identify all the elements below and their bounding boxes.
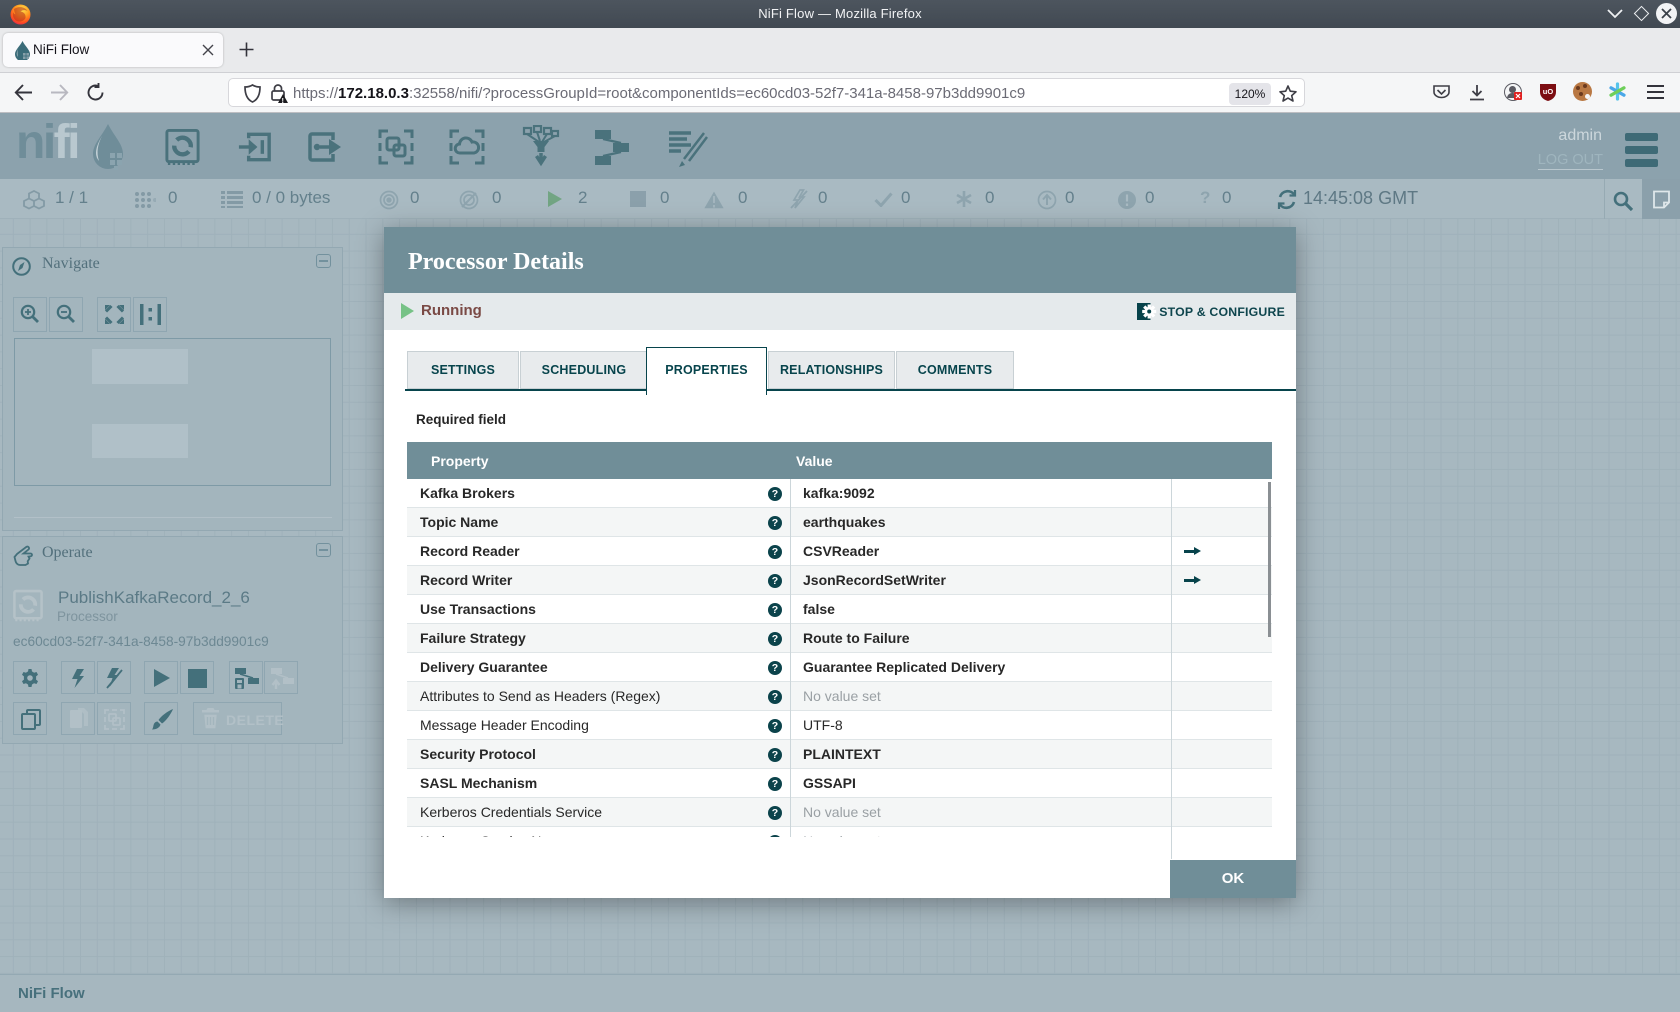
svg-text:uO: uO	[1543, 87, 1554, 96]
